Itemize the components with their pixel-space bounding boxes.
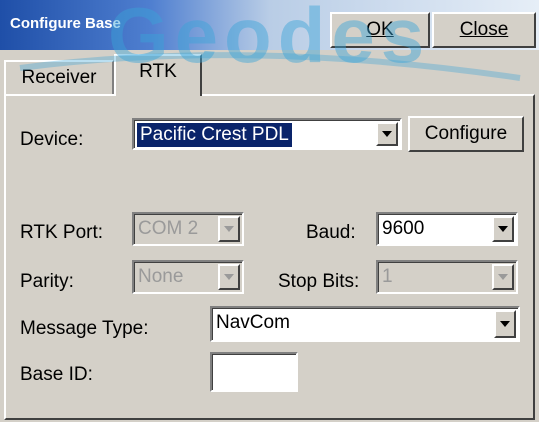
- rtk-tab-panel: Device: Pacific Crest PDL Configure RTK …: [4, 94, 535, 420]
- message-type-value: NavCom: [216, 312, 290, 333]
- tab-rtk[interactable]: RTK: [114, 54, 202, 96]
- rtk-port-label: RTK Port:: [20, 222, 104, 243]
- tab-receiver[interactable]: Receiver: [4, 60, 114, 94]
- configure-button[interactable]: Configure: [408, 116, 524, 152]
- parity-label: Parity:: [20, 271, 74, 292]
- chevron-down-icon: [382, 131, 392, 137]
- baud-value: 9600: [382, 218, 425, 239]
- parity-value: None: [138, 266, 184, 287]
- stop-bits-dropdown-button[interactable]: [492, 264, 514, 290]
- tab-strip: Receiver RTK: [0, 50, 539, 96]
- stop-bits-select[interactable]: 1: [376, 260, 518, 294]
- baud-dropdown-button[interactable]: [492, 216, 514, 242]
- device-dropdown-button[interactable]: [376, 122, 398, 146]
- rtk-port-value: COM 2: [138, 218, 199, 239]
- message-type-dropdown-button[interactable]: [494, 310, 516, 338]
- window-title: Configure Base: [10, 15, 121, 32]
- close-button[interactable]: Close: [432, 12, 536, 48]
- chevron-down-icon: [224, 226, 234, 232]
- chevron-down-icon: [224, 274, 234, 280]
- tab-rtk-label: RTK: [139, 61, 177, 82]
- stop-bits-label: Stop Bits:: [278, 271, 360, 292]
- device-label: Device:: [20, 129, 84, 150]
- ok-button[interactable]: OK: [330, 12, 430, 48]
- baud-select[interactable]: 9600: [376, 212, 518, 246]
- device-select-value: Pacific Crest PDL: [137, 123, 292, 147]
- configure-button-label: Configure: [424, 123, 508, 144]
- chevron-down-icon: [498, 226, 508, 232]
- chevron-down-icon: [500, 321, 510, 327]
- ok-button-label: OK: [366, 19, 394, 40]
- parity-select[interactable]: None: [132, 260, 244, 294]
- rtk-port-dropdown-button[interactable]: [218, 216, 240, 242]
- chevron-down-icon: [498, 274, 508, 280]
- tab-receiver-label: Receiver: [21, 67, 97, 88]
- base-id-label: Base ID:: [20, 364, 93, 385]
- close-button-label: Close: [459, 19, 509, 40]
- message-type-label: Message Type:: [20, 318, 149, 339]
- rtk-port-select[interactable]: COM 2: [132, 212, 244, 246]
- device-select[interactable]: Pacific Crest PDL: [132, 118, 402, 150]
- base-id-input[interactable]: [210, 352, 298, 392]
- stop-bits-value: 1: [382, 266, 393, 287]
- parity-dropdown-button[interactable]: [218, 264, 240, 290]
- message-type-select[interactable]: NavCom: [210, 306, 520, 342]
- baud-label: Baud:: [306, 222, 356, 243]
